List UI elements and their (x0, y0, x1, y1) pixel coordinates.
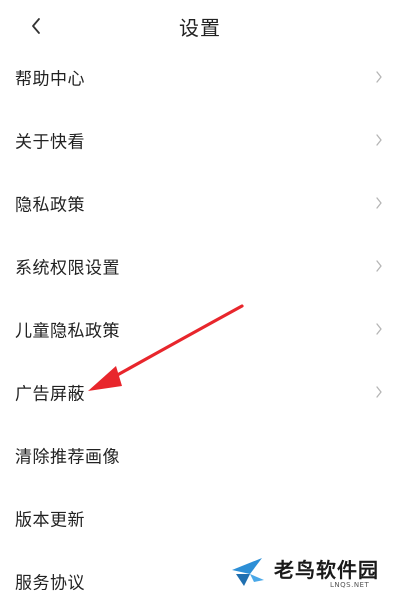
settings-item-child-privacy-policy[interactable]: 儿童隐私政策 (0, 297, 400, 360)
chevron-right-icon (376, 259, 382, 272)
settings-item-clear-recommendation-profile[interactable]: 清除推荐画像 (0, 423, 400, 486)
bird-logo-icon (232, 558, 264, 586)
settings-item-label: 隐私政策 (15, 195, 85, 215)
settings-item-label: 广告屏蔽 (15, 384, 85, 404)
settings-item-about[interactable]: 关于快看 (0, 108, 400, 171)
settings-item-label: 关于快看 (15, 132, 85, 152)
settings-item-version-update[interactable]: 版本更新 (0, 486, 400, 549)
chevron-right-icon (376, 70, 382, 83)
watermark: 老鸟软件园 LNQS.NET (220, 548, 400, 599)
settings-item-label: 服务协议 (15, 573, 85, 593)
chevron-right-icon (376, 322, 382, 335)
settings-item-label: 儿童隐私政策 (15, 321, 120, 341)
watermark-subtext: LNQS.NET (330, 581, 370, 589)
settings-item-label: 版本更新 (15, 510, 85, 530)
settings-list: 帮助中心 关于快看 隐私政策 系统权限设置 儿童隐私政策 广告屏蔽 清除推荐画像… (0, 45, 400, 612)
settings-item-label: 系统权限设置 (15, 258, 120, 278)
page-title: 设置 (179, 16, 221, 40)
settings-item-system-permissions[interactable]: 系统权限设置 (0, 234, 400, 297)
back-button[interactable] (22, 10, 50, 42)
settings-item-ad-blocking[interactable]: 广告屏蔽 (0, 360, 400, 423)
chevron-right-icon (376, 196, 382, 209)
chevron-right-icon (376, 133, 382, 146)
chevron-left-icon (32, 18, 40, 34)
settings-item-label: 清除推荐画像 (15, 447, 120, 467)
settings-item-help-center[interactable]: 帮助中心 (0, 45, 400, 108)
watermark-text: 老鸟软件园 (274, 558, 379, 582)
chevron-right-icon (376, 385, 382, 398)
settings-item-label: 帮助中心 (15, 69, 85, 89)
settings-item-privacy-policy[interactable]: 隐私政策 (0, 171, 400, 234)
